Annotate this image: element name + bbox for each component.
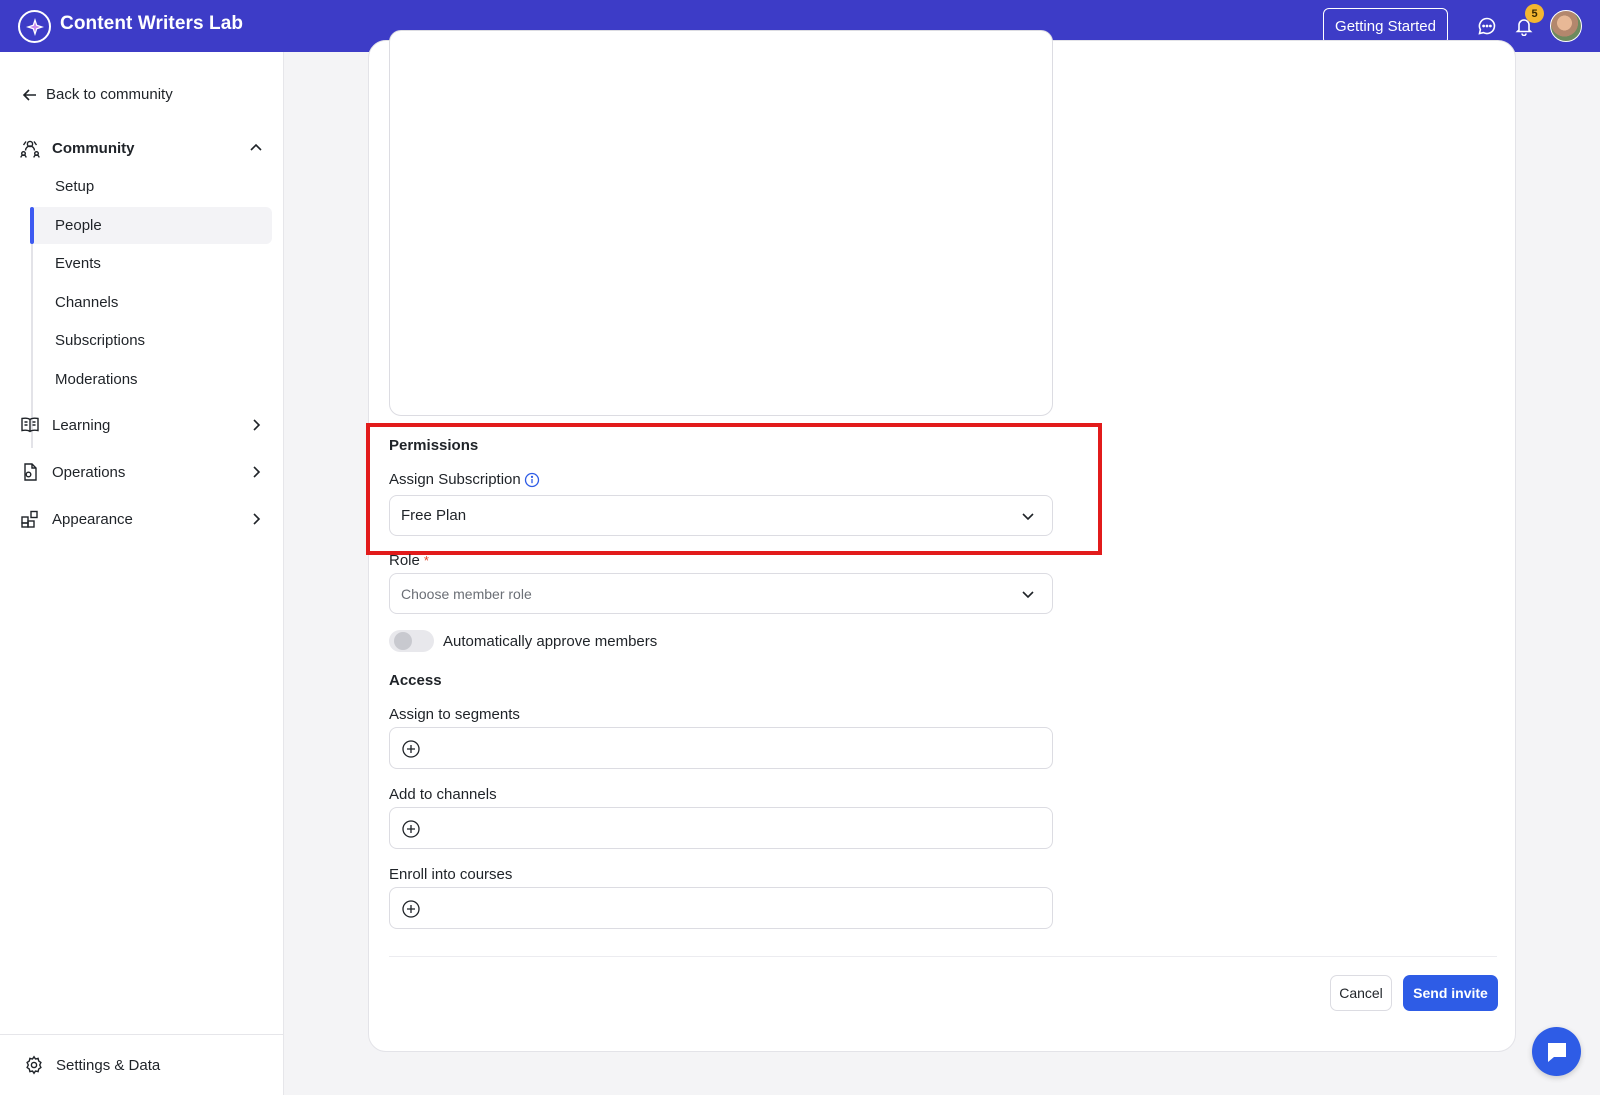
auto-approve-toggle[interactable] xyxy=(389,630,434,652)
sidebar-item-moderations[interactable]: Moderations xyxy=(34,361,272,398)
sidebar-item-people[interactable]: People xyxy=(30,207,272,244)
sidebar-group-learning[interactable]: Learning xyxy=(20,415,264,435)
sidebar-group-community-label: Community xyxy=(52,139,135,157)
assign-subscription-label-text: Assign Subscription xyxy=(389,471,521,488)
chevron-down-icon xyxy=(1022,513,1034,521)
settings-and-data-link[interactable]: Settings & Data xyxy=(24,1055,160,1075)
chevron-up-icon xyxy=(250,143,262,151)
chevron-down-icon xyxy=(1022,591,1034,599)
document-icon xyxy=(24,463,37,481)
subscription-select[interactable]: Free Plan xyxy=(389,495,1053,536)
form-footer-divider xyxy=(389,956,1497,957)
channels-label: Add to channels xyxy=(389,786,497,803)
required-marker: * xyxy=(423,553,429,568)
chat-icon xyxy=(1547,1042,1566,1062)
sidebar-group-community[interactable]: Community xyxy=(20,138,264,158)
back-to-community-link[interactable]: Back to community xyxy=(22,86,173,103)
messages-icon[interactable] xyxy=(1475,14,1499,38)
sidebar-group-operations[interactable]: Operations xyxy=(20,462,264,482)
brand-logo-icon[interactable] xyxy=(18,10,51,43)
support-chat-button[interactable] xyxy=(1532,1027,1581,1076)
add-circle-icon[interactable] xyxy=(401,739,421,759)
sidebar-item-channels[interactable]: Channels xyxy=(34,284,272,321)
book-icon xyxy=(21,417,39,433)
add-circle-icon[interactable] xyxy=(401,899,421,919)
auto-approve-label: Automatically approve members xyxy=(443,632,658,650)
sidebar-group-operations-label: Operations xyxy=(52,463,126,481)
channels-input[interactable] xyxy=(389,807,1053,849)
arrow-left-icon xyxy=(22,88,36,101)
sidebar-item-setup[interactable]: Setup xyxy=(34,168,272,205)
role-label: Role * xyxy=(389,552,429,569)
sidebar-item-events[interactable]: Events xyxy=(34,245,272,282)
notification-count-badge: 5 xyxy=(1525,4,1544,23)
message-textarea[interactable] xyxy=(389,30,1053,416)
back-to-community-label: Back to community xyxy=(46,86,173,103)
sidebar-group-appearance[interactable]: Appearance xyxy=(20,509,264,529)
chevron-right-icon xyxy=(253,513,261,525)
role-select-placeholder: Choose member role xyxy=(401,585,532,602)
info-icon[interactable] xyxy=(524,472,540,488)
assign-subscription-label: Assign Subscription xyxy=(389,471,540,488)
sidebar-footer: Settings & Data xyxy=(0,1034,283,1095)
permissions-heading: Permissions xyxy=(389,437,479,454)
app-title[interactable]: Content Writers Lab xyxy=(60,13,243,35)
sidebar-group-learning-label: Learning xyxy=(52,416,111,434)
courses-input[interactable] xyxy=(389,887,1053,929)
gear-icon xyxy=(26,1055,42,1075)
courses-label: Enroll into courses xyxy=(389,866,513,883)
chevron-right-icon xyxy=(253,419,261,431)
cancel-button[interactable]: Cancel xyxy=(1330,975,1392,1011)
sidebar-group-appearance-label: Appearance xyxy=(52,510,133,528)
send-invite-button[interactable]: Send invite xyxy=(1403,975,1498,1011)
sidebar: Back to community Community Setup People… xyxy=(0,52,284,1095)
community-icon xyxy=(20,140,40,158)
role-label-text: Role xyxy=(389,552,420,569)
add-circle-icon[interactable] xyxy=(401,819,421,839)
settings-and-data-label: Settings & Data xyxy=(56,1056,161,1074)
segments-label: Assign to segments xyxy=(389,706,520,723)
user-avatar[interactable] xyxy=(1550,10,1582,42)
auto-approve-row: Automatically approve members xyxy=(389,630,657,652)
access-heading: Access xyxy=(389,672,442,689)
chevron-right-icon xyxy=(253,466,261,478)
sidebar-item-subscriptions[interactable]: Subscriptions xyxy=(34,322,272,359)
blocks-icon xyxy=(21,510,38,528)
role-select[interactable]: Choose member role xyxy=(389,573,1053,614)
segments-input[interactable] xyxy=(389,727,1053,769)
subscription-select-value: Free Plan xyxy=(401,507,467,524)
